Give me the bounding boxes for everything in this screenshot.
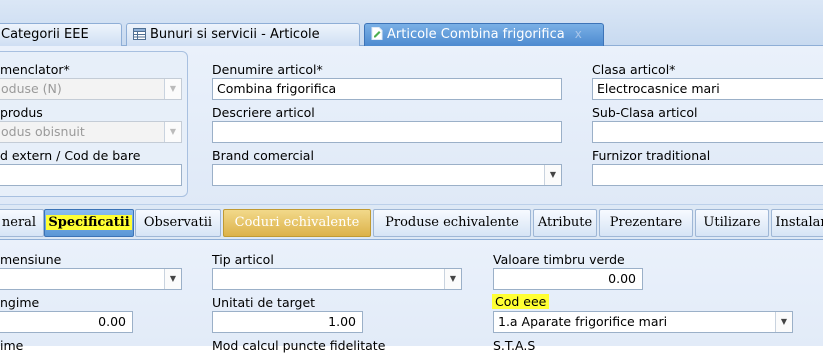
chevron-down-icon[interactable]: ▼ [164,269,181,289]
timbru-verde-value: 0.00 [608,271,636,286]
tip-articol-select[interactable]: ▼ [212,268,462,290]
dimensiune-select[interactable]: ▼ [0,268,182,290]
tip-produs-select[interactable]: odus obisnuit ▼ [0,121,182,143]
tab-label: Produse echivalente [385,215,519,230]
doc-tab-label: Bunuri si servicii - Articole [150,27,320,42]
timbru-verde-label: Valoare timbru verde [493,252,625,267]
unitati-target-label: Unitati de target [212,295,316,310]
chevron-down-icon[interactable]: ▼ [444,269,461,289]
clasa-value: Electrocasnice mari [597,81,720,96]
tab-general[interactable]: neral [0,209,44,237]
doc-tab-articole-combina[interactable]: Articole Combina frigorifica x [364,23,604,46]
doc-tab-bunuri-servicii[interactable]: Bunuri si servicii - Articole [126,23,360,46]
chevron-down-icon[interactable]: ▼ [164,79,181,99]
tab-label: neral [1,215,37,230]
descriere-label: Descriere articol [212,105,315,120]
denumire-label: Denumire articol* [212,62,323,77]
unitati-target-input[interactable]: 1.00 [212,311,363,333]
detail-tab-bar: neral Specificatii Observatii Coduri ech… [0,204,823,240]
tab-prezentare[interactable]: Prezentare [599,209,693,237]
lungime-input[interactable]: 0.00 [0,311,133,333]
nomenclator-label: menclator* [0,62,70,77]
subclasa-input[interactable] [592,121,823,143]
brand-select[interactable]: ▼ [212,164,562,186]
tab-label: Instalar [775,215,823,230]
tab-atribute[interactable]: Atribute [533,209,597,237]
dimensiune-label: mensiune [0,252,62,267]
tab-label: Specificatii [46,215,132,230]
doc-tab-label: Categorii EEE [1,27,89,42]
document-edit-icon [371,26,383,46]
timbru-verde-input[interactable]: 0.00 [493,268,643,290]
nomenclator-select[interactable]: oduse (N) ▼ [0,78,182,100]
nomenclator-value: oduse (N) [1,81,62,96]
furnizor-label: Furnizor traditional [592,148,711,163]
document-tab-bar: Categorii EEE Bunuri si servicii - Artic… [0,0,823,46]
denumire-value: Combina frigorifica [217,81,337,96]
clasa-label: Clasa articol* [592,62,676,77]
tab-produse-echivalente[interactable]: Produse echivalente [373,209,531,237]
tab-observatii[interactable]: Observatii [135,209,221,237]
tab-specificatii[interactable]: Specificatii [44,209,134,237]
cod-eee-value: 1.a Aparate frigorifice mari [498,314,668,329]
tab-label: Observatii [143,215,213,230]
clasa-input[interactable]: Electrocasnice mari [592,78,823,100]
tab-label: Prezentare [609,215,683,230]
tab-label: Utilizare [703,215,761,230]
descriere-input[interactable] [212,121,562,143]
tab-utilizare[interactable]: Utilizare [695,209,769,237]
doc-tab-label: Articole Combina frigorifica [387,27,565,42]
lungime-label: ngime [0,295,40,310]
cod-extern-input[interactable] [0,164,182,186]
doc-tab-categorii-eee[interactable]: Categorii EEE [0,23,122,46]
close-icon[interactable]: x [575,27,582,41]
table-icon [133,26,146,46]
chevron-down-icon[interactable]: ▼ [775,312,792,332]
cod-eee-select[interactable]: 1.a Aparate frigorifice mari ▼ [493,311,793,333]
tab-label: Coduri echivalente [234,215,360,230]
tab-instalare[interactable]: Instalar [771,209,823,237]
subclasa-label: Sub-Clasa articol [592,105,698,120]
unitati-target-value: 1.00 [328,314,356,329]
tip-articol-label: Tip articol [212,252,274,267]
lungime-value: 0.00 [98,314,126,329]
brand-label: Brand comercial [212,148,314,163]
furnizor-input[interactable] [592,164,823,186]
tab-coduri-echivalente[interactable]: Coduri echivalente [223,209,371,237]
cod-eee-label: Cod eee [492,294,550,309]
chevron-down-icon[interactable]: ▼ [544,165,561,185]
tip-produs-label: produs [0,105,43,120]
tip-produs-value: odus obisnuit [1,124,85,139]
tab-label: Atribute [537,215,593,230]
denumire-input[interactable]: Combina frigorifica [212,78,562,100]
chevron-down-icon[interactable]: ▼ [164,122,181,142]
cod-extern-label: d extern / Cod de bare [0,148,141,163]
